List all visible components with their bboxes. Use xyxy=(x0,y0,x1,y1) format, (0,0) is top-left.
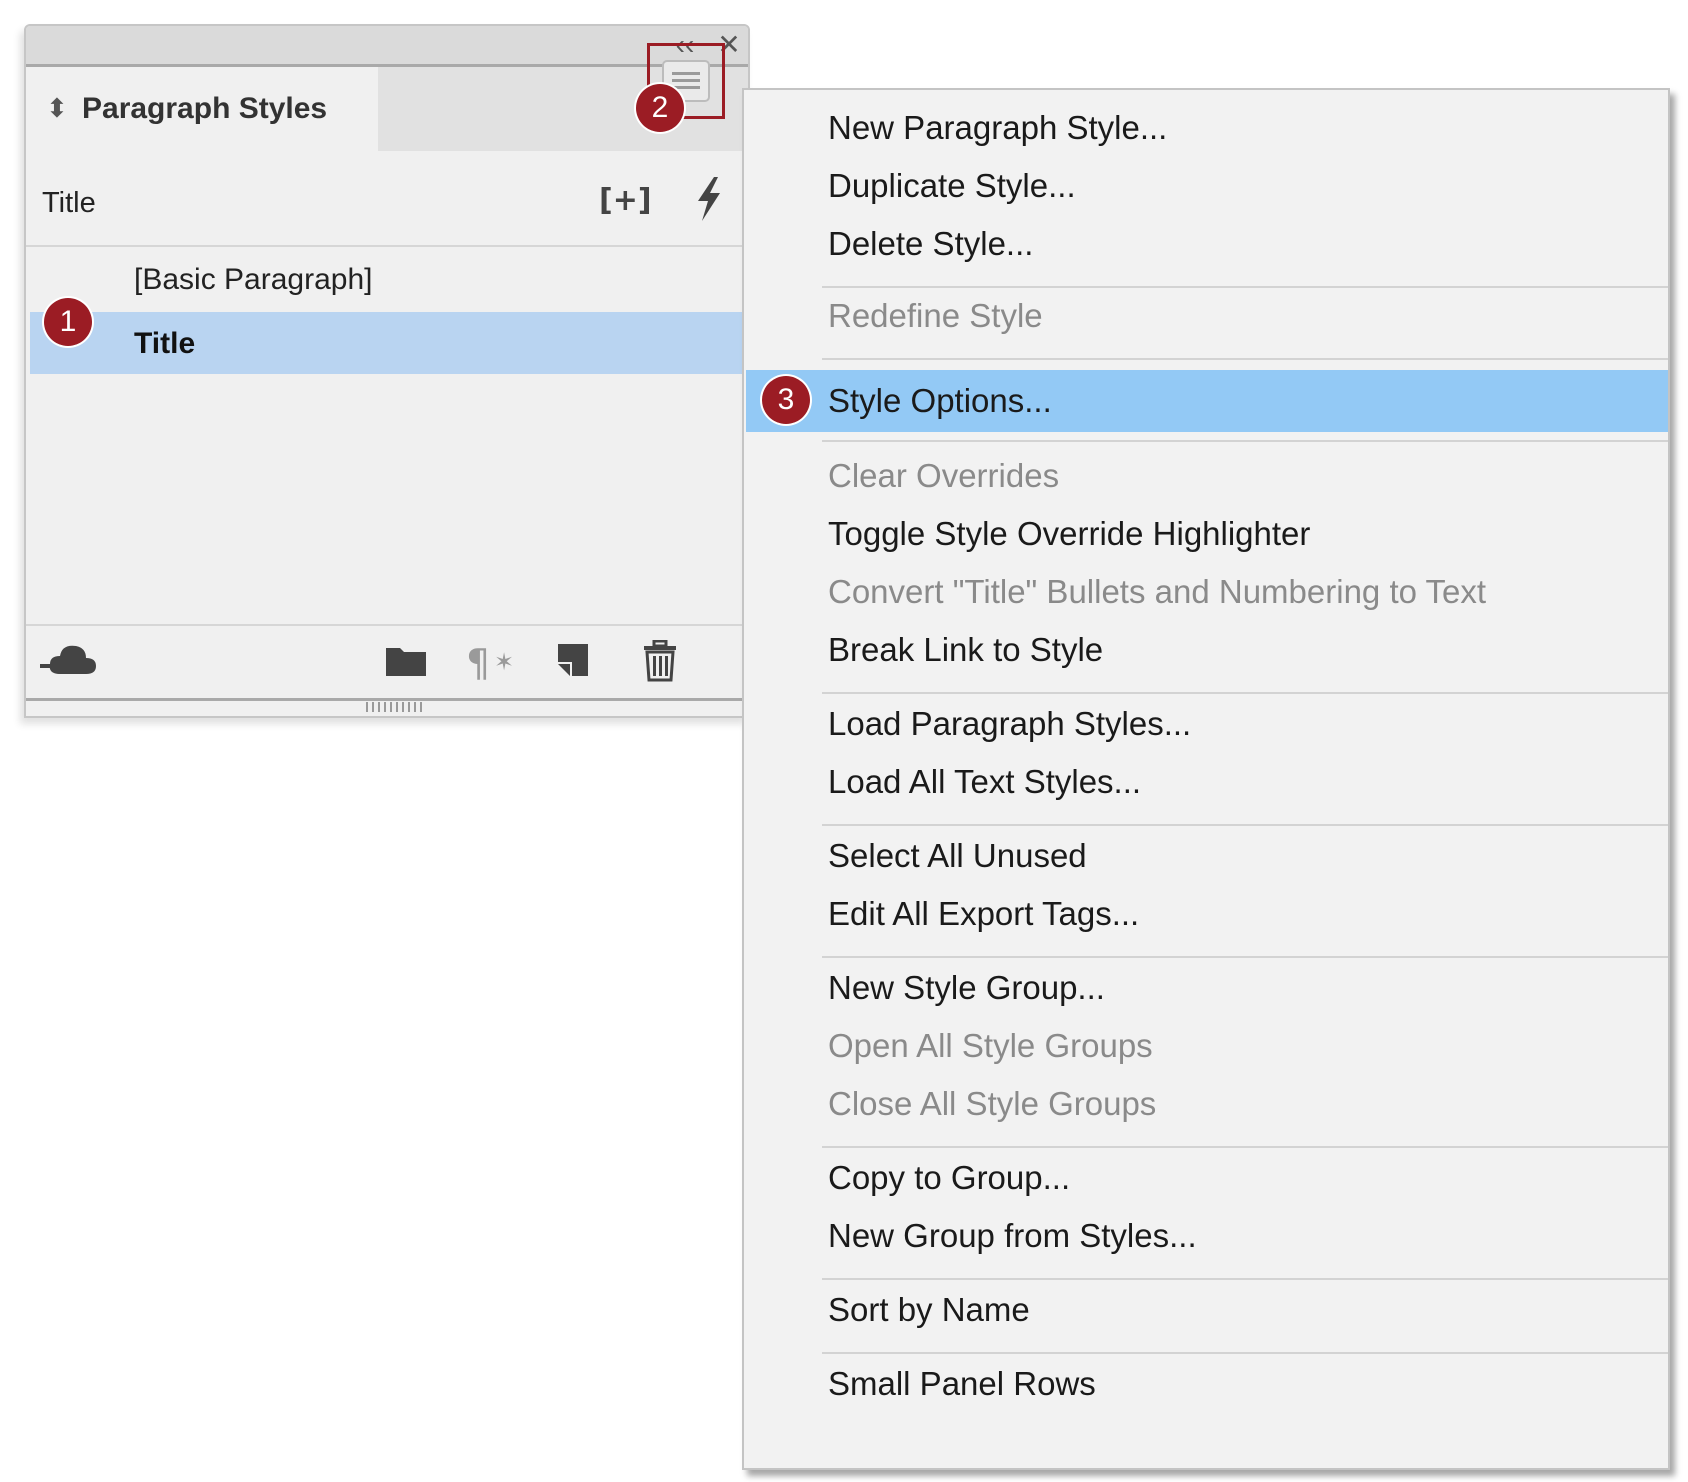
menu-item-select-all-unused[interactable]: Select All Unused xyxy=(828,836,1087,876)
panel-titlebar: ‹‹ ✕ xyxy=(26,26,748,67)
menu-item-close-all-groups[interactable]: Close All Style Groups xyxy=(828,1084,1156,1124)
svg-text:✶: ✶ xyxy=(494,648,514,676)
menu-separator xyxy=(822,358,1668,360)
panel-flyout-menu: New Paragraph Style... Duplicate Style..… xyxy=(742,88,1670,1470)
pilcrow-clear-icon[interactable]: ¶ ✶ xyxy=(466,640,522,687)
menu-separator xyxy=(822,1146,1668,1148)
menu-item-new-paragraph-style[interactable]: New Paragraph Style... xyxy=(828,108,1167,148)
trash-icon[interactable] xyxy=(642,639,678,687)
svg-text:¶: ¶ xyxy=(466,641,490,682)
menu-item-style-options[interactable]: Style Options... xyxy=(828,381,1052,421)
folder-icon[interactable] xyxy=(384,640,428,685)
paragraph-styles-panel: ‹‹ ✕ ⬍ Paragraph Styles Title [+] [Basic… xyxy=(24,24,750,718)
menu-item-new-style-group[interactable]: New Style Group... xyxy=(828,968,1105,1008)
menu-separator xyxy=(822,286,1668,288)
list-item[interactable]: [Basic Paragraph] xyxy=(30,248,744,310)
menu-item-new-group-from-styles[interactable]: New Group from Styles... xyxy=(828,1216,1197,1256)
new-page-icon[interactable] xyxy=(554,640,594,685)
cloud-icon[interactable] xyxy=(40,640,100,687)
menu-separator xyxy=(822,956,1668,958)
menu-separator xyxy=(822,1352,1668,1354)
step-badge-3: 3 xyxy=(762,376,810,424)
style-name: Title xyxy=(134,327,196,360)
step-badge-1: 1 xyxy=(44,298,92,346)
menu-item-sort-by-name[interactable]: Sort by Name xyxy=(828,1290,1030,1330)
menu-item-load-paragraph-styles[interactable]: Load Paragraph Styles... xyxy=(828,704,1191,744)
menu-item-break-link[interactable]: Break Link to Style xyxy=(828,630,1103,670)
menu-separator xyxy=(822,1278,1668,1280)
step-badge-2: 2 xyxy=(636,84,684,132)
current-style-bar: Title [+] xyxy=(26,151,748,247)
resize-grip[interactable] xyxy=(366,702,422,712)
menu-separator xyxy=(822,692,1668,694)
menu-item-small-panel-rows[interactable]: Small Panel Rows xyxy=(828,1364,1096,1404)
menu-item-delete-style[interactable]: Delete Style... xyxy=(828,224,1033,264)
menu-separator xyxy=(822,824,1668,826)
menu-item-clear-overrides[interactable]: Clear Overrides xyxy=(828,456,1059,496)
menu-item-copy-to-group[interactable]: Copy to Group... xyxy=(828,1158,1070,1198)
current-style-name: Title xyxy=(42,187,96,219)
lightning-bolt-icon[interactable] xyxy=(694,177,724,226)
menu-separator xyxy=(822,440,1668,442)
menu-item-edit-export-tags[interactable]: Edit All Export Tags... xyxy=(828,894,1139,934)
menu-item-open-all-groups[interactable]: Open All Style Groups xyxy=(828,1026,1153,1066)
tab-label: Paragraph Styles xyxy=(82,92,328,125)
styles-list: [Basic Paragraph] Title xyxy=(30,248,744,624)
create-style-icon[interactable]: [+] xyxy=(599,183,652,218)
menu-item-duplicate-style[interactable]: Duplicate Style... xyxy=(828,166,1076,206)
panel-footer: ¶ ✶ xyxy=(26,624,748,701)
menu-item-load-all-text-styles[interactable]: Load All Text Styles... xyxy=(828,762,1141,802)
list-item-selected[interactable]: Title xyxy=(30,312,744,374)
tab-paragraph-styles[interactable]: ⬍ Paragraph Styles xyxy=(26,67,378,151)
menu-item-redefine-style[interactable]: Redefine Style xyxy=(828,296,1043,336)
menu-item-toggle-highlighter[interactable]: Toggle Style Override Highlighter xyxy=(828,514,1310,554)
updown-chevron-icon[interactable]: ⬍ xyxy=(46,89,68,129)
menu-item-convert-bullets[interactable]: Convert "Title" Bullets and Numbering to… xyxy=(828,572,1486,612)
style-name: [Basic Paragraph] xyxy=(134,263,373,296)
